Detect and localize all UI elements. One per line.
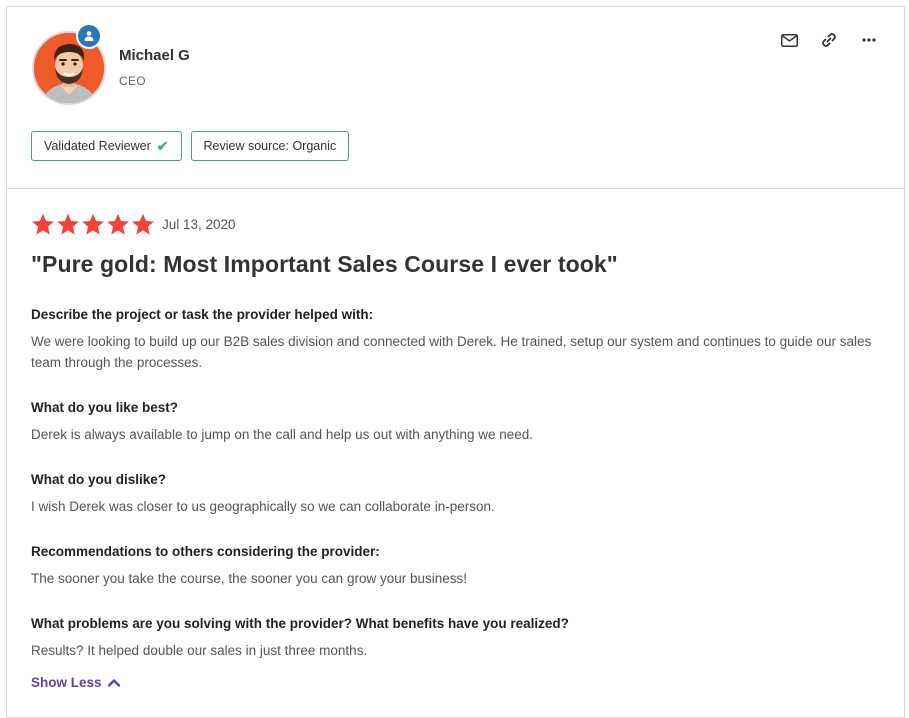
qa-answer: I wish Derek was closer to us geographic… xyxy=(31,499,495,514)
review-source-tag: Review source: Organic xyxy=(190,131,350,161)
qa-question: What do you dislike? xyxy=(31,472,167,487)
review-actions xyxy=(778,31,880,49)
qa-question: Describe the project or task the provide… xyxy=(31,307,374,322)
show-less-button[interactable]: Show Less xyxy=(31,675,120,690)
qa-answer: Results? It helped double our sales in j… xyxy=(31,643,368,658)
review-title: "Pure gold: Most Important Sales Course … xyxy=(31,251,618,277)
review-date: Jul 13, 2020 xyxy=(162,217,236,232)
qa-block: What problems are you solving with the p… xyxy=(31,615,876,661)
show-less-label: Show Less xyxy=(31,675,102,690)
reviewer-name: Michael G xyxy=(119,47,190,64)
check-icon: ✔ xyxy=(156,137,169,154)
qa-block: Recommendations to others considering th… xyxy=(31,543,876,589)
reviewer-role: CEO xyxy=(119,74,146,88)
qa-question: What do you like best? xyxy=(31,400,179,415)
star-icon xyxy=(32,213,54,235)
qa-block: What do you like best? Derek is always a… xyxy=(31,399,876,445)
qa-question: Recommendations to others considering th… xyxy=(31,544,380,559)
more-options-button[interactable] xyxy=(858,31,880,49)
star-icon xyxy=(107,213,129,235)
copy-link-button[interactable] xyxy=(818,31,840,49)
qa-block: What do you dislike? I wish Derek was cl… xyxy=(31,471,876,517)
star-icon xyxy=(82,213,104,235)
review-source-label: Review source: Organic xyxy=(203,139,337,153)
validated-reviewer-tag: Validated Reviewer ✔ xyxy=(31,131,182,161)
envelope-icon xyxy=(780,33,798,47)
chevron-up-icon xyxy=(107,679,120,687)
star-rating xyxy=(31,213,156,236)
qa-block: Describe the project or task the provide… xyxy=(31,306,876,373)
qa-answer: Derek is always available to jump on the… xyxy=(31,427,534,442)
review-header: Michael G CEO Validated Reviewer ✔ Revie… xyxy=(7,7,904,189)
reviewer-avatar-wrapper xyxy=(32,23,106,105)
review-card: Michael G CEO Validated Reviewer ✔ Revie… xyxy=(6,6,905,718)
validated-reviewer-label: Validated Reviewer xyxy=(44,139,151,153)
verified-user-icon xyxy=(76,23,102,49)
email-button[interactable] xyxy=(778,31,800,49)
qa-answer: We were looking to build up our B2B sale… xyxy=(31,334,872,370)
qa-answer: The sooner you take the course, the soon… xyxy=(31,571,468,586)
qa-question: What problems are you solving with the p… xyxy=(31,616,569,631)
star-icon xyxy=(57,213,79,235)
link-icon xyxy=(822,33,836,47)
more-horizontal-icon xyxy=(862,38,876,42)
reviewer-tags: Validated Reviewer ✔ Review source: Orga… xyxy=(31,131,350,161)
star-icon xyxy=(132,213,154,235)
rating-row: Jul 13, 2020 xyxy=(31,213,236,236)
